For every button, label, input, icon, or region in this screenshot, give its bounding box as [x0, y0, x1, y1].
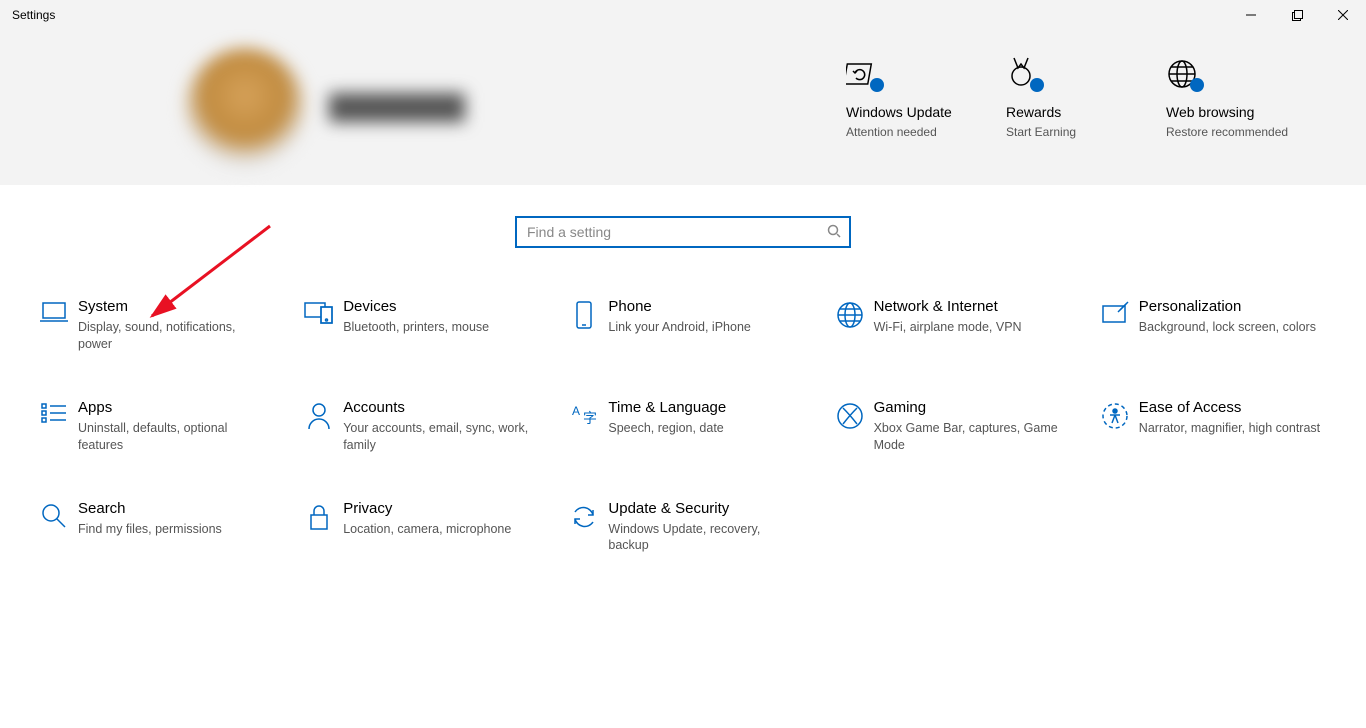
category-privacy[interactable]: Privacy Location, camera, microphone — [295, 500, 540, 555]
svg-text:A: A — [572, 404, 580, 418]
globe-icon — [826, 298, 874, 330]
maximize-button[interactable] — [1274, 0, 1320, 30]
category-title: System — [78, 298, 265, 315]
avatar — [185, 48, 305, 168]
category-title: Accounts — [343, 399, 530, 416]
category-personalization[interactable]: Personalization Background, lock screen,… — [1091, 298, 1336, 353]
category-title: Gaming — [874, 399, 1061, 416]
minimize-button[interactable] — [1228, 0, 1274, 30]
categories-grid: System Display, sound, notifications, po… — [30, 298, 1336, 554]
category-sub: Xbox Game Bar, captures, Game Mode — [874, 420, 1061, 454]
person-icon — [295, 399, 343, 431]
category-sub: Bluetooth, printers, mouse — [343, 319, 489, 336]
category-gaming[interactable]: Gaming Xbox Game Bar, captures, Game Mod… — [826, 399, 1071, 454]
category-search[interactable]: Search Find my files, permissions — [30, 500, 275, 555]
category-title: Update & Security — [608, 500, 795, 517]
apps-list-icon — [30, 399, 78, 425]
devices-icon — [295, 298, 343, 326]
category-title: Apps — [78, 399, 265, 416]
phone-icon — [560, 298, 608, 330]
category-sub: Narrator, magnifier, high contrast — [1139, 420, 1320, 437]
header-tile-title: Windows Update — [846, 104, 1006, 120]
category-title: Devices — [343, 298, 489, 315]
magnifier-icon — [30, 500, 78, 530]
category-title: Ease of Access — [1139, 399, 1320, 416]
search-box[interactable] — [515, 216, 851, 248]
category-sub: Your accounts, email, sync, work, family — [343, 420, 530, 454]
category-sub: Find my files, permissions — [78, 521, 222, 538]
category-title: Time & Language — [608, 399, 726, 416]
category-time-language[interactable]: A字 Time & Language Speech, region, date — [560, 399, 805, 454]
header-tile-windows-update[interactable]: Windows Update Attention needed — [846, 48, 1006, 140]
profile-name: ████████ — [329, 94, 465, 122]
paint-icon — [1091, 298, 1139, 326]
header-tile-title: Web browsing — [1166, 104, 1346, 120]
sync-icon — [846, 48, 1006, 90]
category-title: Privacy — [343, 500, 511, 517]
category-title: Phone — [608, 298, 750, 315]
profile-area[interactable]: ████████ — [185, 48, 465, 168]
category-sub: Location, camera, microphone — [343, 521, 511, 538]
category-title: Network & Internet — [874, 298, 1022, 315]
category-ease-of-access[interactable]: Ease of Access Narrator, magnifier, high… — [1091, 399, 1336, 454]
category-sub: Display, sound, notifications, power — [78, 319, 265, 353]
category-title: Personalization — [1139, 298, 1316, 315]
accessibility-icon — [1091, 399, 1139, 431]
globe-icon — [1166, 48, 1346, 90]
category-network[interactable]: Network & Internet Wi-Fi, airplane mode,… — [826, 298, 1071, 353]
titlebar: Settings — [0, 0, 1366, 30]
category-sub: Wi-Fi, airplane mode, VPN — [874, 319, 1022, 336]
category-apps[interactable]: Apps Uninstall, defaults, optional featu… — [30, 399, 275, 454]
svg-text:字: 字 — [583, 410, 597, 426]
header-tile-sub: Start Earning — [1006, 124, 1166, 140]
close-button[interactable] — [1320, 0, 1366, 30]
category-sub: Background, lock screen, colors — [1139, 319, 1316, 336]
laptop-icon — [30, 298, 78, 326]
xbox-icon — [826, 399, 874, 431]
category-system[interactable]: System Display, sound, notifications, po… — [30, 298, 275, 353]
search-icon — [827, 224, 841, 241]
category-sub: Speech, region, date — [608, 420, 726, 437]
medal-icon — [1006, 48, 1166, 90]
lock-icon — [295, 500, 343, 532]
category-sub: Link your Android, iPhone — [608, 319, 750, 336]
language-icon: A字 — [560, 399, 608, 427]
category-title: Search — [78, 500, 222, 517]
window-title: Settings — [0, 8, 55, 22]
header-tile-sub: Attention needed — [846, 124, 1006, 140]
search-input[interactable] — [527, 224, 827, 240]
category-sub: Uninstall, defaults, optional features — [78, 420, 265, 454]
category-sub: Windows Update, recovery, backup — [608, 521, 795, 555]
category-devices[interactable]: Devices Bluetooth, printers, mouse — [295, 298, 540, 353]
sync-arrows-icon — [560, 500, 608, 532]
category-accounts[interactable]: Accounts Your accounts, email, sync, wor… — [295, 399, 540, 454]
header-tile-rewards[interactable]: Rewards Start Earning — [1006, 48, 1166, 140]
category-update-security[interactable]: Update & Security Windows Update, recove… — [560, 500, 805, 555]
header-tile-sub: Restore recommended — [1166, 124, 1346, 140]
header-tile-title: Rewards — [1006, 104, 1166, 120]
header-tile-web-browsing[interactable]: Web browsing Restore recommended — [1166, 48, 1346, 140]
category-phone[interactable]: Phone Link your Android, iPhone — [560, 298, 805, 353]
header: ████████ Windows Update Attention needed… — [0, 30, 1366, 185]
